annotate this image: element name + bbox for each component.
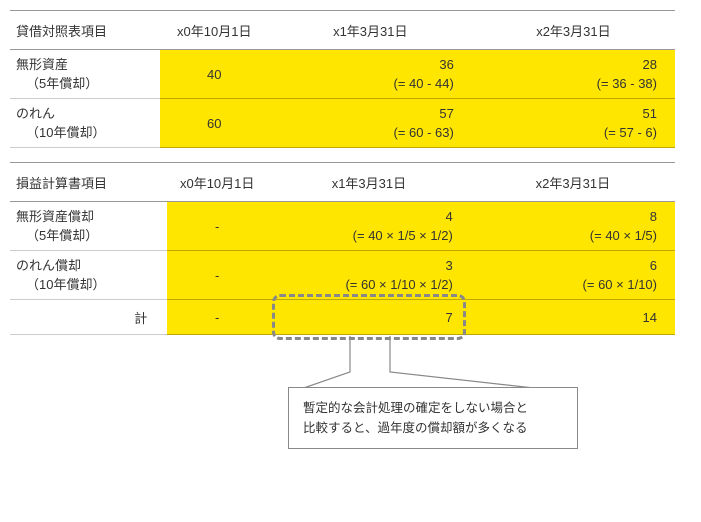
header-label: 貸借対照表項目 bbox=[10, 11, 160, 50]
cell-formula: (= 40 - 44) bbox=[269, 74, 454, 94]
income-statement-table: 損益計算書項目 x0年10月1日 x1年3月31日 x2年3月31日 無形資産償… bbox=[10, 162, 675, 335]
cell-value: 28 bbox=[472, 55, 657, 75]
cell-formula: (= 60 - 63) bbox=[269, 123, 454, 143]
cell-formula: (= 60 × 1/10 × 1/2) bbox=[267, 275, 453, 295]
cell-formula: (= 40 × 1/5) bbox=[471, 226, 657, 246]
header-col-2: x2年3月31日 bbox=[471, 163, 675, 202]
total-value: 14 bbox=[471, 300, 675, 335]
header-col-2: x2年3月31日 bbox=[472, 11, 675, 50]
header-col-0: x0年10月1日 bbox=[167, 163, 267, 202]
table-header-row: 損益計算書項目 x0年10月1日 x1年3月31日 x2年3月31日 bbox=[10, 163, 675, 202]
row-label-sub: （10年償却） bbox=[16, 275, 167, 295]
cell-stack: 51 (= 57 - 6) bbox=[472, 99, 675, 148]
cell-value: 4 bbox=[267, 207, 453, 227]
callout-line-2: 比較すると、過年度の償却額が多くなる bbox=[303, 421, 528, 435]
table-header-row: 貸借対照表項目 x0年10月1日 x1年3月31日 x2年3月31日 bbox=[10, 11, 675, 50]
row-label-sub: （5年償却） bbox=[16, 226, 167, 246]
row-label-main: のれん償却 bbox=[16, 256, 167, 276]
income-statement-wrap: 損益計算書項目 x0年10月1日 x1年3月31日 x2年3月31日 無形資産償… bbox=[10, 162, 691, 335]
header-col-1: x1年3月31日 bbox=[269, 11, 472, 50]
table-row: 無形資産 （5年償却） 40 36 (= 40 - 44) 28 (= 36 -… bbox=[10, 50, 675, 99]
row-label: 無形資産 （5年償却） bbox=[10, 50, 160, 99]
total-value: - bbox=[167, 300, 267, 335]
cell-value: 60 bbox=[160, 99, 269, 148]
cell-formula: (= 40 × 1/5 × 1/2) bbox=[267, 226, 453, 246]
header-col-0: x0年10月1日 bbox=[160, 11, 269, 50]
table-row: のれん （10年償却） 60 57 (= 60 - 63) 51 (= 57 -… bbox=[10, 99, 675, 148]
row-label: 無形資産償却 （5年償却） bbox=[10, 202, 167, 251]
header-col-1: x1年3月31日 bbox=[267, 163, 471, 202]
cell-stack: 28 (= 36 - 38) bbox=[472, 50, 675, 99]
callout-note: 暫定的な会計処理の確定をしない場合と 比較すると、過年度の償却額が多くなる bbox=[288, 387, 578, 449]
row-label-main: 無形資産償却 bbox=[16, 207, 167, 227]
total-value: 7 bbox=[267, 300, 471, 335]
row-label-sub: （5年償却） bbox=[16, 74, 160, 94]
header-label: 損益計算書項目 bbox=[10, 163, 167, 202]
cell-value: 51 bbox=[472, 104, 657, 124]
cell-stack: 57 (= 60 - 63) bbox=[269, 99, 472, 148]
cell-value: - bbox=[167, 202, 267, 251]
cell-value: 57 bbox=[269, 104, 454, 124]
cell-formula: (= 60 × 1/10) bbox=[471, 275, 657, 295]
table-row: のれん償却 （10年償却） - 3 (= 60 × 1/10 × 1/2) 6 … bbox=[10, 251, 675, 300]
table-row: 無形資産償却 （5年償却） - 4 (= 40 × 1/5 × 1/2) 8 (… bbox=[10, 202, 675, 251]
cell-formula: (= 57 - 6) bbox=[472, 123, 657, 143]
row-label-main: のれん bbox=[16, 104, 160, 124]
cell-value: 3 bbox=[267, 256, 453, 276]
cell-value: 6 bbox=[471, 256, 657, 276]
row-label-sub: （10年償却） bbox=[16, 123, 160, 143]
total-row: 計 - 7 14 bbox=[10, 300, 675, 335]
cell-stack: 3 (= 60 × 1/10 × 1/2) bbox=[267, 251, 471, 300]
cell-value: 36 bbox=[269, 55, 454, 75]
cell-stack: 8 (= 40 × 1/5) bbox=[471, 202, 675, 251]
cell-value: 8 bbox=[471, 207, 657, 227]
cell-stack: 36 (= 40 - 44) bbox=[269, 50, 472, 99]
row-label: のれん償却 （10年償却） bbox=[10, 251, 167, 300]
cell-formula: (= 36 - 38) bbox=[472, 74, 657, 94]
total-label: 計 bbox=[10, 300, 167, 335]
cell-value: - bbox=[167, 251, 267, 300]
cell-value: 40 bbox=[160, 50, 269, 99]
balance-sheet-table: 貸借対照表項目 x0年10月1日 x1年3月31日 x2年3月31日 無形資産 … bbox=[10, 10, 675, 148]
row-label-main: 無形資産 bbox=[16, 55, 160, 75]
row-label: のれん （10年償却） bbox=[10, 99, 160, 148]
cell-stack: 4 (= 40 × 1/5 × 1/2) bbox=[267, 202, 471, 251]
callout-line-1: 暫定的な会計処理の確定をしない場合と bbox=[303, 401, 528, 415]
cell-stack: 6 (= 60 × 1/10) bbox=[471, 251, 675, 300]
